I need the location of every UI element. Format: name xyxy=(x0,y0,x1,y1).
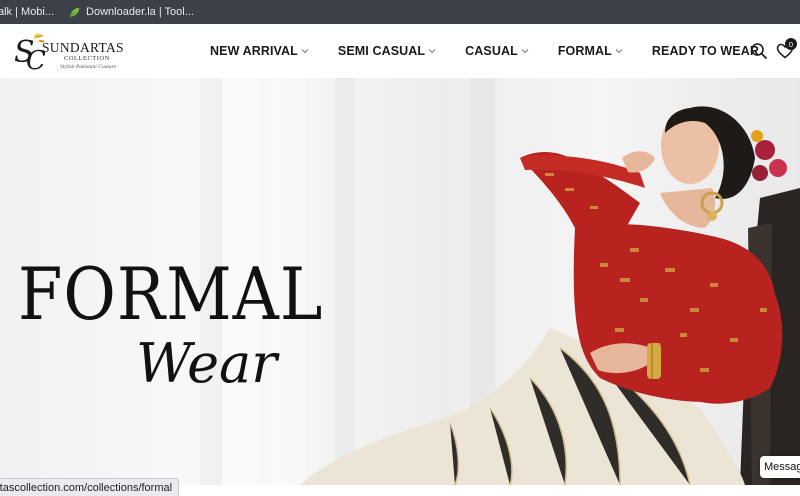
search-icon[interactable] xyxy=(750,42,768,60)
message-chat-button[interactable]: Message xyxy=(760,456,800,478)
chevron-down-icon xyxy=(428,49,436,54)
chevron-down-icon xyxy=(301,49,309,54)
brand-logo[interactable]: S C SUNDARTAS COLLECTION Stylish Pakista… xyxy=(12,30,132,74)
nav-label: READY TO WEAR xyxy=(651,44,759,58)
nav-label: SEMI CASUAL xyxy=(337,44,426,58)
wishlist-count-badge: 0 xyxy=(785,38,797,50)
chevron-down-icon xyxy=(615,49,623,54)
nav-label: FORMAL xyxy=(557,44,612,58)
leaf-icon xyxy=(69,7,80,17)
nav-item-ready-to-wear[interactable]: READY TO WEAR xyxy=(652,44,759,58)
chat-label: Message xyxy=(764,461,800,473)
hero-subline: Wear xyxy=(136,332,278,395)
hero-headline: FORMAL xyxy=(18,254,324,337)
bookmark-item[interactable]: alk | Mobi... xyxy=(0,6,54,18)
nav-label: NEW ARRIVAL xyxy=(210,44,298,58)
nav-label: CASUAL xyxy=(465,44,518,58)
bookmarks-bar: alk | Mobi... Downloader.la | Tool... xyxy=(0,0,800,24)
link-status-bar: rtascollection.com/collections/formal xyxy=(0,478,180,496)
site-header: S C SUNDARTAS COLLECTION Stylish Pakista… xyxy=(0,24,800,78)
bookmark-label: Downloader.la | Tool... xyxy=(86,6,194,18)
hero-banner[interactable]: FORMAL Wear xyxy=(0,78,800,485)
nav-item-semi-casual[interactable]: SEMI CASUAL xyxy=(338,44,436,58)
brand-name: SUNDARTAS xyxy=(42,40,124,55)
nav-item-formal[interactable]: FORMAL xyxy=(558,44,623,58)
nav-item-casual[interactable]: CASUAL xyxy=(465,44,529,58)
nav-item-new-arrival[interactable]: NEW ARRIVAL xyxy=(210,44,309,58)
bookmark-item[interactable]: Downloader.la | Tool... xyxy=(68,6,194,19)
brand-tagline: Stylish Pakistani Couture xyxy=(60,64,117,70)
status-url: rtascollection.com/collections/formal xyxy=(0,481,173,494)
brand-subtitle: COLLECTION xyxy=(64,55,110,62)
bookmark-label: alk | Mobi... xyxy=(0,6,55,18)
chevron-down-icon xyxy=(521,49,529,54)
main-nav: NEW ARRIVAL SEMI CASUAL CASUAL FORMAL RE… xyxy=(210,24,788,78)
